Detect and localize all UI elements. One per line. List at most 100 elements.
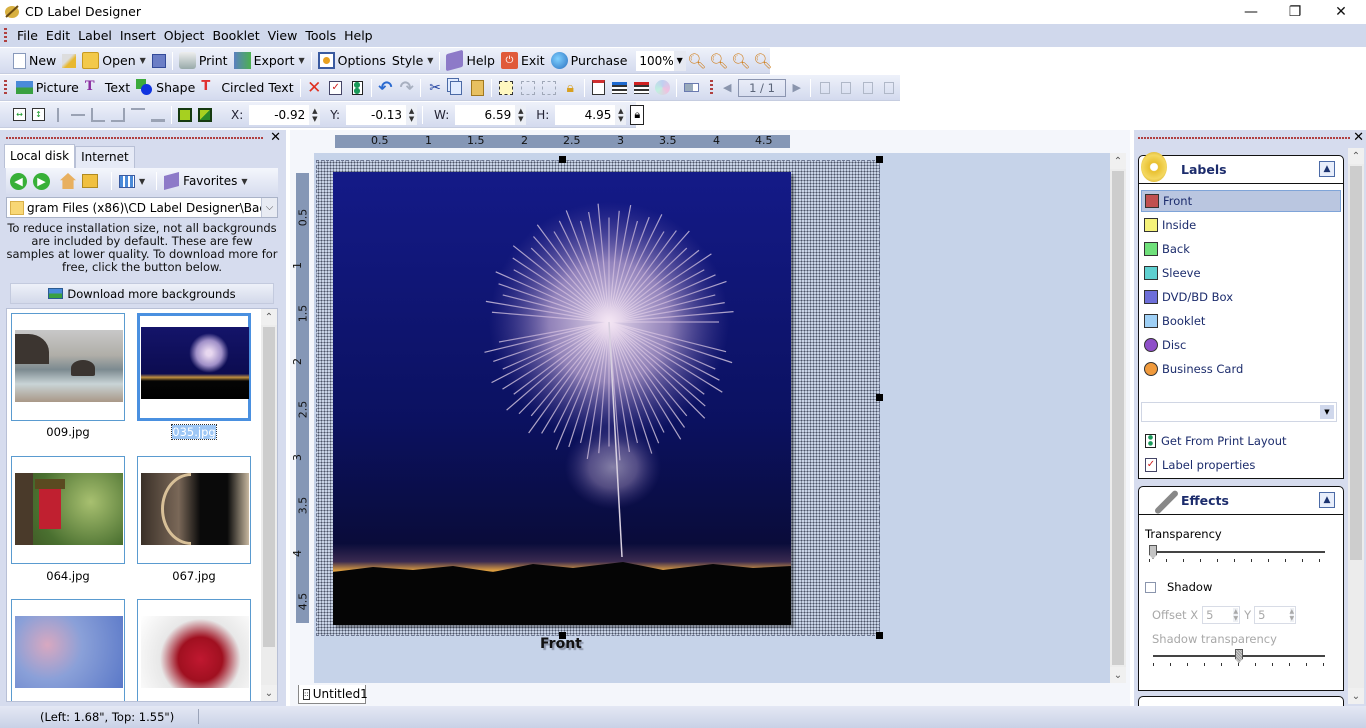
menu-tools[interactable]: Tools (301, 28, 340, 43)
y-spinner[interactable]: ▲ ▼ (406, 104, 418, 125)
menu-help[interactable]: Help (340, 28, 377, 43)
shadow-checkbox[interactable] (1145, 581, 1156, 593)
move-page-left-button[interactable] (857, 77, 878, 99)
background-image[interactable] (333, 172, 791, 625)
menu-object[interactable]: Object (160, 28, 209, 43)
open-button[interactable]: Open ▼ (79, 50, 149, 72)
effects-section-header[interactable]: Effects ▲ (1139, 487, 1343, 515)
send-backward-button[interactable] (631, 77, 652, 99)
thumbnail[interactable] (137, 599, 251, 701)
panel-grip[interactable] (1138, 137, 1350, 139)
properties-button[interactable]: ✓ (325, 77, 346, 99)
minimize-button[interactable]: — (1228, 0, 1274, 24)
forward-arrow-icon[interactable]: ▶ (33, 172, 50, 190)
collapse-icon[interactable]: ▲ (1319, 492, 1335, 508)
spin-down-icon[interactable]: ▼ (312, 115, 317, 123)
toolbar-grip[interactable] (709, 80, 713, 95)
x-spinner[interactable]: ▲ ▼ (309, 104, 321, 125)
label-type-item[interactable]: Disc (1141, 334, 1341, 356)
scroll-thumb[interactable] (263, 327, 275, 647)
panel-grip[interactable] (6, 137, 264, 139)
delete-button[interactable]: ✕ (304, 77, 325, 99)
slider-knob[interactable] (1235, 649, 1243, 663)
align-middle-button[interactable] (68, 104, 88, 126)
favorites-button[interactable]: Favorites ▼ (164, 171, 248, 191)
label-type-item[interactable]: Front (1141, 190, 1341, 212)
toolbar-grip[interactable] (4, 28, 7, 43)
redo-button[interactable]: ↷ (396, 77, 417, 99)
scroll-up-icon[interactable]: ⌃ (1110, 153, 1126, 169)
chevron-down-icon[interactable]: ⌵ (261, 198, 277, 217)
style-dropdown[interactable]: Style ▼ (389, 50, 437, 72)
y-field[interactable]: -0.13 ▲ ▼ (346, 104, 418, 125)
menu-file[interactable]: File (13, 28, 42, 43)
chevron-down-icon[interactable]: ▼ (673, 50, 686, 71)
remove-page-button[interactable] (836, 77, 857, 99)
align-left-button[interactable] (88, 104, 108, 126)
zoom-actual-button[interactable]: 🔍︎ (752, 50, 774, 72)
label-type-item[interactable]: DVD/BD Box (1141, 286, 1341, 308)
group-button[interactable] (517, 77, 538, 99)
thumbnail[interactable] (11, 599, 125, 701)
undo-button[interactable]: ↶ (375, 77, 396, 99)
panel-close-icon[interactable]: ✕ (270, 130, 281, 145)
back-arrow-icon[interactable]: ◀ (10, 172, 27, 190)
layout-button[interactable]: ● ● (346, 77, 367, 99)
menu-view[interactable]: View (264, 28, 302, 43)
move-page-right-button[interactable] (878, 77, 899, 99)
resize-handle-top[interactable] (559, 156, 566, 163)
object-tree-button[interactable] (588, 77, 609, 99)
get-from-print-layout-link[interactable]: ● ● Get From Print Layout (1145, 432, 1287, 450)
path-text[interactable]: gram Files (x86)\CD Label Designer\Backg… (27, 201, 261, 215)
resize-handle-right[interactable] (876, 394, 883, 401)
shadow-transparency-slider[interactable] (1153, 649, 1325, 666)
bring-to-front-button[interactable] (175, 104, 195, 126)
home-icon[interactable] (60, 173, 76, 189)
send-to-back-button[interactable] (195, 104, 215, 126)
menu-booklet[interactable]: Booklet (208, 28, 263, 43)
offset-y-field[interactable]: 5 ▲ ▼ (1254, 606, 1297, 624)
tab-local-disk[interactable]: Local disk (4, 144, 76, 168)
thumbnail[interactable] (11, 313, 125, 421)
zoom-combo[interactable]: 100% ▼ (636, 50, 686, 71)
label-type-item[interactable]: Sleeve (1141, 262, 1341, 284)
toolbar-grip[interactable] (4, 80, 7, 95)
spin-up-icon[interactable]: ▲ (618, 107, 623, 115)
panel-vertical-scrollbar[interactable]: ⌃ ⌄ (1348, 148, 1364, 704)
insert-picture-button[interactable]: Picture (13, 77, 82, 99)
cut-button[interactable]: ✂ (424, 77, 445, 99)
transparency-slider[interactable] (1149, 545, 1325, 562)
collapse-icon[interactable]: ▲ (1319, 161, 1335, 177)
scroll-thumb[interactable] (1112, 171, 1124, 665)
zoom-out-button[interactable]: 🔍︎ (708, 50, 730, 72)
exit-button[interactable]: ⏻ Exit (498, 50, 548, 72)
slider-knob[interactable] (1149, 545, 1157, 559)
folder-up-icon[interactable] (82, 174, 98, 188)
align-bottom-button[interactable] (148, 104, 168, 126)
zoom-in-button[interactable]: 🔍︎ (686, 50, 708, 72)
label-properties-link[interactable]: ✓ Label properties (1145, 456, 1255, 474)
label-type-item[interactable]: Business Card (1141, 358, 1341, 380)
label-type-item[interactable]: Inside (1141, 214, 1341, 236)
scroll-up-icon[interactable]: ⌃ (261, 309, 277, 325)
document-tab[interactable]: :: Untitled1 (298, 685, 368, 704)
help-button[interactable]: Help (443, 49, 498, 72)
view-mode-icon[interactable] (119, 174, 135, 188)
chevron-down-icon[interactable]: ▼ (1320, 405, 1334, 419)
thumbnail[interactable] (11, 456, 125, 564)
view-toggle-button[interactable] (680, 77, 701, 99)
tab-internet[interactable]: Internet (75, 146, 135, 168)
zoom-fit-button[interactable]: 🔍︎ (730, 50, 752, 72)
panel-close-icon[interactable]: ✕ (1353, 130, 1364, 145)
offset-x-field[interactable]: 5 ▲ ▼ (1202, 606, 1241, 624)
w-spinner[interactable]: ▲ ▼ (515, 104, 527, 125)
new-button[interactable]: New (10, 50, 59, 72)
copy-button[interactable] (446, 77, 467, 99)
paste-button[interactable] (467, 77, 488, 99)
chevron-down-icon[interactable]: ▼ (139, 177, 145, 186)
center-vertical-button[interactable]: ↕ (29, 104, 48, 126)
purchase-button[interactable]: Purchase (548, 50, 631, 72)
close-button[interactable]: ✕ (1318, 0, 1364, 24)
select-button[interactable] (495, 77, 516, 99)
options-button[interactable]: Options (315, 50, 389, 72)
